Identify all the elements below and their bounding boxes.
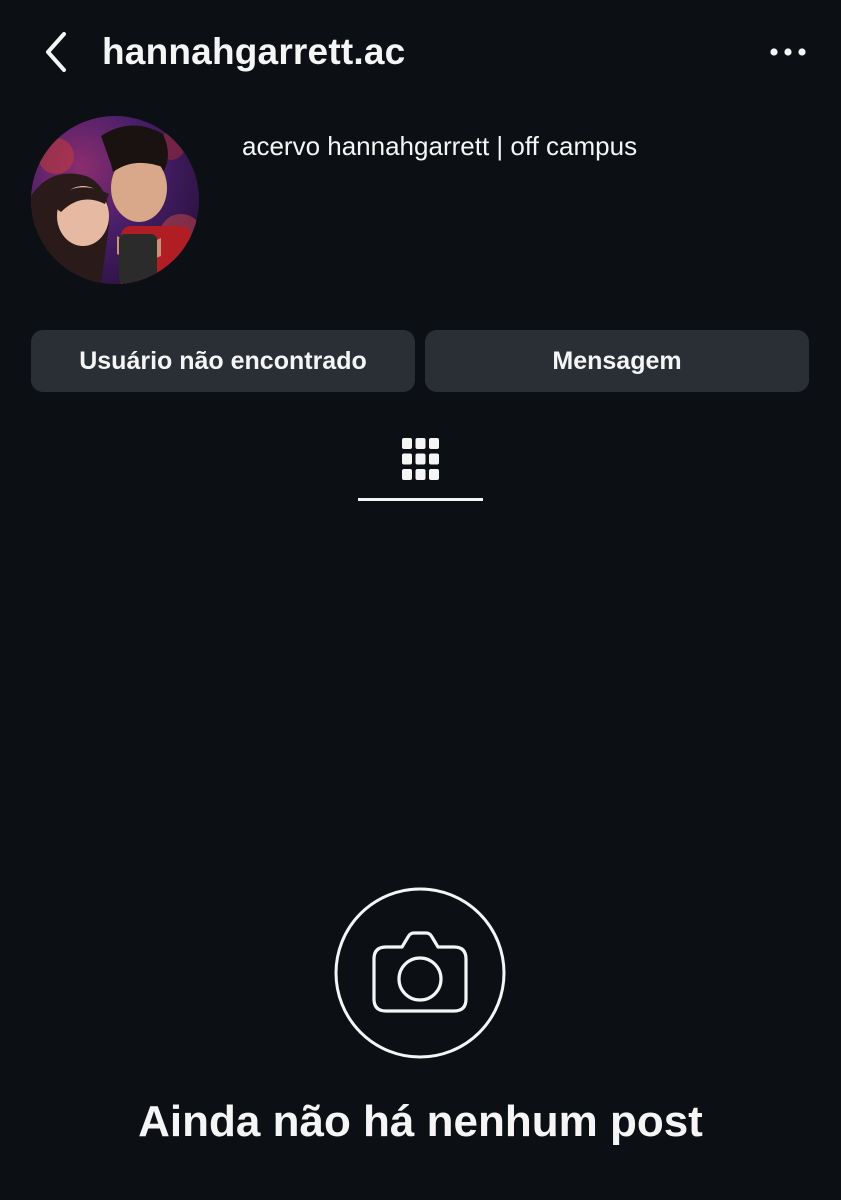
user-not-found-button[interactable]: Usuário não encontrado bbox=[31, 330, 415, 392]
active-tab-indicator bbox=[358, 498, 483, 501]
tab-posts-grid[interactable] bbox=[358, 425, 483, 501]
empty-state-title: Ainda não há nenhum post bbox=[138, 1097, 703, 1146]
chevron-left-icon bbox=[46, 32, 66, 72]
avatar[interactable] bbox=[31, 116, 199, 284]
back-button[interactable] bbox=[32, 28, 80, 76]
camera-icon bbox=[334, 887, 506, 1059]
profile-username: hannahgarrett.ac bbox=[102, 31, 406, 72]
profile-photo bbox=[31, 116, 199, 284]
grid-icon bbox=[402, 438, 439, 480]
empty-state-camera bbox=[334, 887, 506, 1059]
profile-display-name: acervo hannahgarrett | off campus bbox=[242, 131, 638, 161]
more-horizontal-icon bbox=[770, 48, 806, 56]
message-button[interactable]: Mensagem bbox=[425, 330, 809, 392]
profile-screen: hannahgarrett.ac acervo hannahgarrett | … bbox=[0, 0, 841, 1200]
more-options-button[interactable] bbox=[763, 30, 813, 74]
